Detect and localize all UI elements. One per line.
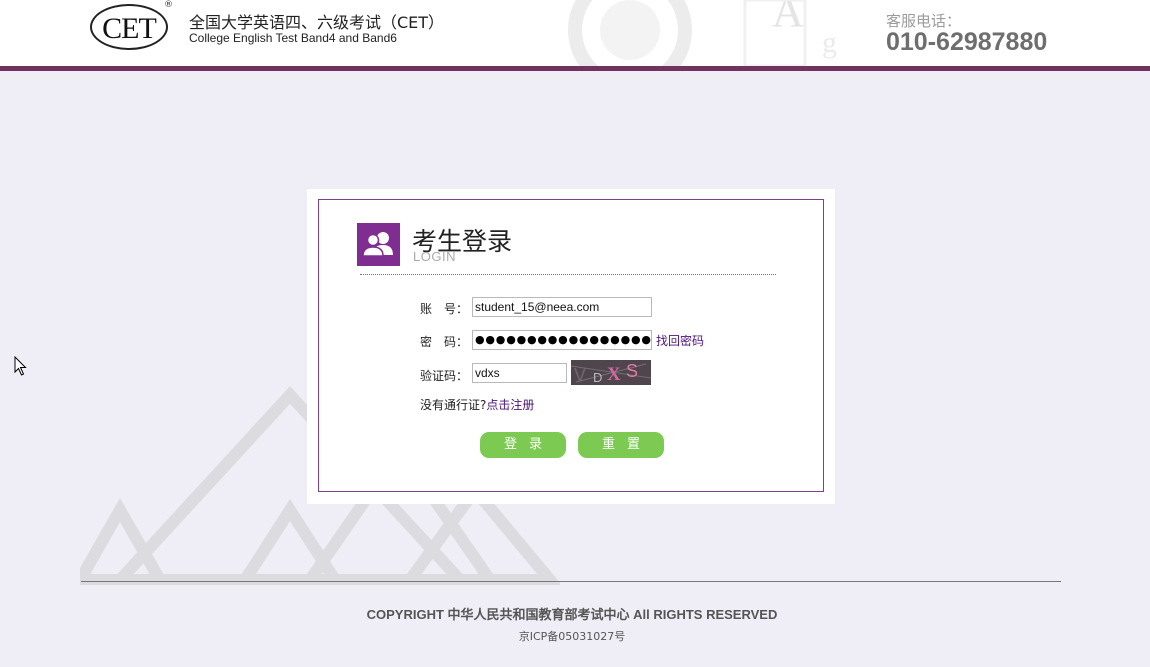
- login-card: 考生登录 LOGIN 账 号： 密 码： ●●●●●●●●●●●●●●●●●●●…: [307, 189, 835, 504]
- logo-text: CET: [102, 12, 157, 45]
- cursor-icon: [14, 356, 27, 376]
- icp-link[interactable]: 京ICP备05031027号: [0, 628, 1144, 644]
- header-decoration: A g: [568, 0, 837, 66]
- copyright-text: COPYRIGHT 中华人民共和国教育部考试中心 All RIGHTS RESE…: [366, 607, 778, 622]
- forgot-password-link[interactable]: 找回密码: [656, 332, 704, 349]
- registered-mark: ®: [164, 0, 173, 10]
- site-header: A g CET ® 全国大学英语四、六级考试（CET） College Engl…: [0, 0, 1150, 66]
- svg-text:X: X: [607, 364, 621, 385]
- svg-text:S: S: [626, 361, 638, 381]
- svg-text:D: D: [593, 370, 602, 385]
- account-input[interactable]: [472, 297, 652, 317]
- captcha-graphic: V D X S: [571, 360, 651, 385]
- title-divider: [360, 274, 776, 275]
- site-subtitle: College English Test Band4 and Band6: [189, 31, 397, 45]
- captcha-image[interactable]: V D X S: [571, 360, 651, 385]
- account-label: 账 号：: [420, 302, 469, 316]
- login-form: 考生登录 LOGIN 账 号： 密 码： ●●●●●●●●●●●●●●●●●●●…: [318, 199, 824, 492]
- no-pass-row: 没有通行证?点击注册: [420, 396, 534, 413]
- register-link[interactable]: 点击注册: [486, 398, 534, 412]
- footer-divider: [81, 581, 1061, 582]
- svg-text:g: g: [822, 26, 837, 59]
- users-icon: [357, 223, 400, 266]
- no-pass-text: 没有通行证?: [420, 398, 487, 412]
- site-title: 全国大学英语四、六级考试（CET）: [189, 13, 445, 32]
- login-subtitle: LOGIN: [413, 249, 456, 264]
- password-input[interactable]: ●●●●●●●●●●●●●●●●●●●●●●: [472, 330, 652, 350]
- svg-text:A: A: [772, 0, 804, 36]
- reset-button[interactable]: 重置: [578, 432, 664, 458]
- header-divider-bar: [0, 66, 1150, 71]
- login-button[interactable]: 登录: [480, 432, 566, 458]
- svg-text:V: V: [574, 365, 586, 385]
- password-label: 密 码：: [420, 335, 469, 349]
- captcha-label: 验证码：: [420, 369, 469, 383]
- captcha-input[interactable]: [472, 363, 567, 383]
- hotline-number: 010-62987880: [886, 28, 1048, 56]
- cet-logo[interactable]: CET: [90, 4, 168, 50]
